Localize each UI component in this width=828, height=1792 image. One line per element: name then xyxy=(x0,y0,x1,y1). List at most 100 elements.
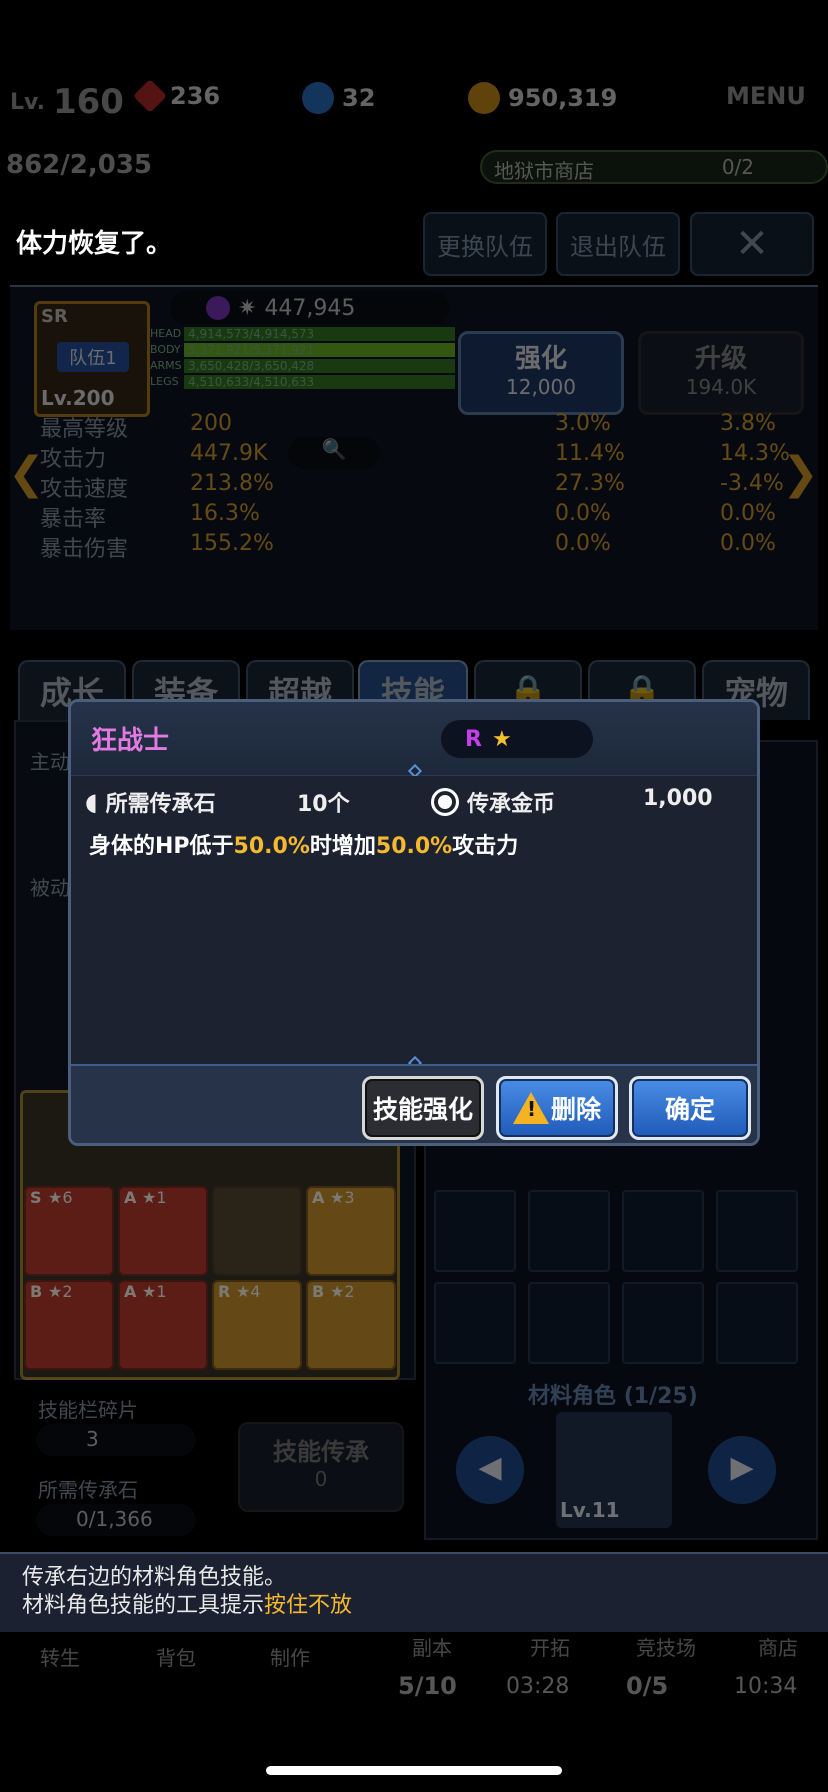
material-slot[interactable] xyxy=(622,1190,704,1272)
ice-bonus: 14.3% xyxy=(720,441,790,466)
element-icon xyxy=(206,296,230,320)
required-stone: ◖ 所需传承石 xyxy=(85,786,216,818)
material-character[interactable]: Lv.11 xyxy=(556,1412,672,1528)
shard-value: 32 xyxy=(342,84,376,112)
dark-resist: 0.0% xyxy=(555,531,611,556)
dialog-header: 狂战士 R ★ xyxy=(71,702,757,779)
hero-rarity: SR xyxy=(41,306,68,327)
search-icon[interactable]: 🔍 xyxy=(288,437,380,469)
delete-button[interactable]: 删除 xyxy=(496,1076,618,1140)
gem-icon xyxy=(133,79,167,113)
leave-team-button[interactable]: 退出队伍 xyxy=(556,212,680,276)
active-label: 主动 xyxy=(30,750,70,774)
player-level: Lv. 160 xyxy=(10,82,124,122)
home-indicator[interactable] xyxy=(266,1766,562,1775)
shop-label: 地狱市商店 xyxy=(494,159,594,183)
material-slot[interactable] xyxy=(622,1282,704,1364)
warning-icon xyxy=(512,1092,549,1124)
material-slot[interactable] xyxy=(434,1282,516,1364)
nav-shop[interactable]: 商店 xyxy=(758,1632,798,1661)
skill-slot[interactable]: A ★3 xyxy=(306,1186,396,1276)
poison-bonus: -3.4% xyxy=(720,471,784,496)
level-value: 160 xyxy=(52,82,124,122)
prev-hero-arrow[interactable]: ❮ xyxy=(8,448,45,499)
material-label: 材料角色 (1/25) xyxy=(528,1384,698,1409)
void-bonus: 0.0% xyxy=(720,531,776,556)
material-level: Lv.11 xyxy=(560,1498,620,1522)
hp-row: BODY 5,371,921/5,371,921 xyxy=(150,343,455,357)
change-team-button[interactable]: 更换队伍 xyxy=(423,212,547,276)
skill-description: 身体的HP低于50.0%时增加50.0%攻击力 xyxy=(89,834,519,859)
coin-value: 1,000 xyxy=(643,786,713,811)
water-resist: 11.4% xyxy=(555,441,625,466)
stones-label: 所需传承石 xyxy=(38,1478,138,1502)
stat-attack: 攻击力 447.9K xyxy=(40,441,268,472)
stamina-counter: 862/2,035 xyxy=(6,150,153,180)
light-resist: 0.0% xyxy=(555,501,611,526)
hp-row: HEAD 4,914,573/4,914,573 xyxy=(150,327,455,341)
hp-row: ARMS 3,650,428/3,650,428 xyxy=(150,359,455,373)
passive-label: 被动 xyxy=(30,876,70,900)
nav-arena[interactable]: 竞技场 xyxy=(636,1632,696,1661)
menu-button[interactable]: MENU xyxy=(726,82,806,110)
inherit-info-bar: 传承右边的材料角色技能。 材料角色技能的工具提示按住不放 xyxy=(0,1552,828,1632)
material-slot[interactable] xyxy=(528,1190,610,1272)
next-material-icon[interactable]: ▶ xyxy=(708,1436,776,1504)
material-slot[interactable] xyxy=(528,1282,610,1364)
material-slot[interactable] xyxy=(716,1282,798,1364)
nav-craft[interactable]: 制作 xyxy=(270,1642,310,1671)
coin-label: 传承金币 xyxy=(467,792,556,817)
nav-dungeon[interactable]: 副本 xyxy=(412,1632,452,1661)
skill-name: 狂战士 xyxy=(91,726,170,756)
skill-slot[interactable]: B ★2 xyxy=(306,1280,396,1370)
skill-slot[interactable]: R ★4 xyxy=(212,1280,302,1370)
dungeon-counter: 5/10 xyxy=(398,1672,457,1700)
skill-slot[interactable]: A ★1 xyxy=(118,1186,208,1276)
gold-coin-icon xyxy=(468,82,500,114)
gold-counter: 950,319 xyxy=(468,82,617,114)
level-prefix: Lv. xyxy=(10,89,45,115)
required-coin: 传承金币 xyxy=(431,786,555,818)
nav-bag[interactable]: 背包 xyxy=(156,1642,196,1671)
skill-rarity-badge: R ★ xyxy=(441,720,593,758)
gem-value: 236 xyxy=(170,82,221,110)
enhance-button[interactable]: 强化 12,000 xyxy=(458,331,624,415)
close-icon[interactable]: ✕ xyxy=(690,212,814,276)
empty-skill-slot[interactable] xyxy=(212,1186,302,1276)
hp-bars: HEAD 4,914,573/4,914,573 BODY 5,371,921/5,… xyxy=(150,327,455,389)
arena-timer: 10:34 xyxy=(734,1674,798,1699)
prev-material-icon[interactable]: ◀ xyxy=(456,1436,524,1504)
skill-slot[interactable]: S ★6 xyxy=(24,1186,114,1276)
stat-crit-damage: 暴击伤害 155.2% xyxy=(40,531,274,562)
enhance-label: 强化 xyxy=(514,344,567,374)
material-slot[interactable] xyxy=(716,1190,798,1272)
inherit-label: 技能传承 xyxy=(273,1438,369,1466)
info-line-2: 材料角色技能的工具提示按住不放 xyxy=(22,1593,353,1618)
shop-progress-bar[interactable]: 地狱市商店 0/2 xyxy=(480,150,828,184)
nav-explore[interactable]: 开拓 xyxy=(530,1632,570,1661)
delete-label: 删除 xyxy=(550,1095,601,1124)
skill-slot[interactable]: A ★1 xyxy=(118,1280,208,1370)
skill-detail-dialog: 狂战士 R ★ ◖ 所需传承石 10个 传承金币 1,000 身体的HP低于50… xyxy=(68,699,760,1146)
fire-resist: 3.0% xyxy=(555,411,611,436)
shard-icon xyxy=(302,82,334,114)
nav-rebirth[interactable]: 转生 xyxy=(40,1642,80,1671)
inherit-skill-button[interactable]: 技能传承 0 xyxy=(238,1422,404,1512)
next-hero-arrow[interactable]: ❯ xyxy=(782,448,819,499)
upgrade-label: 升级 xyxy=(694,344,747,374)
shop-progress: 0/2 xyxy=(721,155,754,179)
confirm-button[interactable]: 确定 xyxy=(629,1076,751,1140)
hero-panel: SR 队伍1 Lv.200 ✷ 447,945 HEAD 4,914,573/4,… xyxy=(10,285,818,630)
stone-label: 所需传承石 xyxy=(105,792,216,817)
skill-enhance-button[interactable]: 技能强化 xyxy=(362,1076,484,1140)
coin-icon xyxy=(431,788,459,816)
inherit-cost: 0 xyxy=(314,1467,328,1491)
upgrade-button[interactable]: 升级 194.0K xyxy=(638,331,804,415)
material-slot[interactable] xyxy=(434,1190,516,1272)
power-bar: ✷ 447,945 xyxy=(170,291,450,325)
hero-portrait[interactable]: SR 队伍1 Lv.200 xyxy=(34,301,150,417)
skill-slot[interactable]: B ★2 xyxy=(24,1280,114,1370)
arena-counter: 0/5 xyxy=(626,1672,669,1700)
dialog-body: ◖ 所需传承石 10个 传承金币 1,000 身体的HP低于50.0%时增加50… xyxy=(71,776,757,1071)
gem-counter: 236 xyxy=(133,79,221,113)
